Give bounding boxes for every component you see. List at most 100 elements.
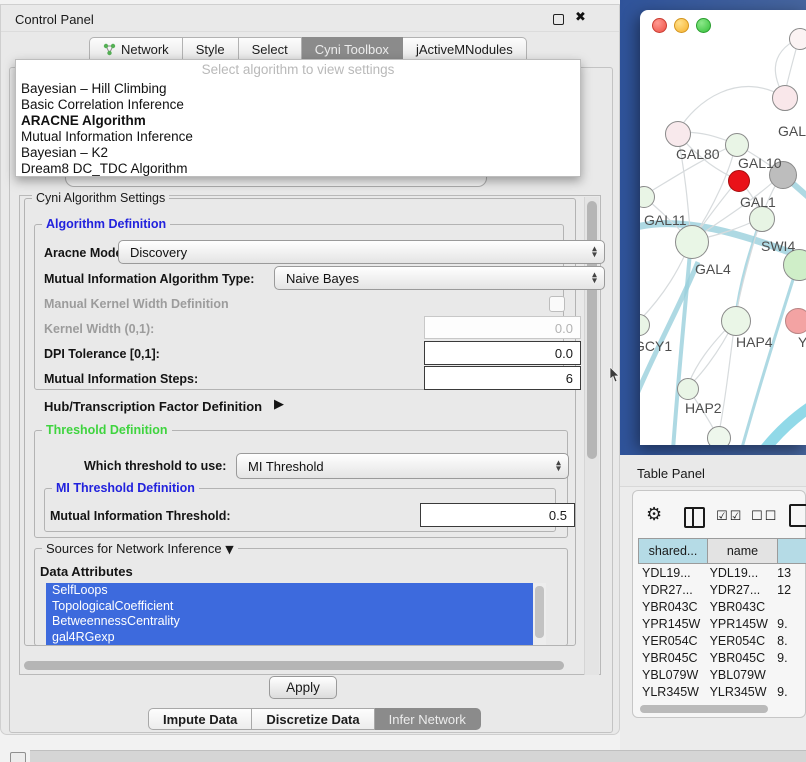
dpi-tolerance-label: DPI Tolerance [0,1]: [44, 347, 160, 361]
table-row[interactable]: YBR045CYBR045C9. [638, 649, 806, 666]
table-header-shared[interactable]: shared... [638, 538, 708, 564]
node-label-swi4: SWI4 [761, 238, 795, 254]
network-node-red[interactable] [728, 170, 750, 192]
kernel-width-input[interactable]: 0.0 [424, 316, 581, 339]
tab-style-label: Style [196, 42, 225, 57]
table-row[interactable]: YPR145WYPR145W9. [638, 615, 806, 632]
bottom-status-strip [30, 750, 806, 762]
attribute-list-scrollbar[interactable] [533, 583, 546, 645]
network-view-window[interactable]: GAL GAL80 GAL10 GAL1 GAL11 GAL4 SWI4 GCY… [640, 10, 806, 445]
tab-impute-data[interactable]: Impute Data [148, 708, 252, 730]
table-header-name[interactable]: name [708, 538, 778, 564]
aracne-mode-value: Discovery [130, 245, 187, 260]
tab-jactivemnodules[interactable]: jActiveMNodules [403, 37, 527, 61]
tab-select[interactable]: Select [239, 37, 302, 61]
attribute-list-scrollbar-thumb[interactable] [535, 586, 544, 638]
dropdown-item[interactable]: Basic Correlation Inference [21, 97, 184, 112]
network-node-gal10[interactable] [725, 133, 749, 157]
bottom-tabs: Impute Data Discretize Data Infer Networ… [148, 708, 481, 730]
aracne-mode-combobox[interactable]: Discovery ▲▼ [118, 240, 605, 264]
attribute-item-selected[interactable]: TopologicalCoefficient [46, 599, 546, 615]
node-label-gal11: GAL11 [644, 212, 687, 228]
mi-algorithm-type-combobox[interactable]: Naive Bayes ▲▼ [274, 266, 605, 290]
attribute-item-selected[interactable]: BetweennessCentrality [46, 614, 546, 630]
dropdown-item[interactable]: Bayesian – Hill Climbing [21, 81, 167, 96]
tab-select-label: Select [252, 42, 288, 57]
horizontal-scrollbar-thumb[interactable] [24, 661, 564, 670]
mi-steps-label: Mutual Information Steps: [44, 372, 198, 386]
network-node[interactable] [772, 85, 798, 111]
tab-discretize-data-label: Discretize Data [266, 712, 359, 727]
table-row[interactable]: YLR345WYLR345W9. [638, 683, 806, 700]
minimized-panel-icon[interactable] [10, 752, 26, 762]
apply-button-label: Apply [286, 680, 320, 695]
mi-algorithm-type-label: Mutual Information Algorithm Type: [44, 272, 254, 286]
control-panel-tabs: Network Style Select Cyni Toolbox jActiv… [89, 37, 527, 61]
algorithm-dropdown-placeholder: Select algorithm to view settings [16, 62, 580, 77]
dropdown-item[interactable]: Bayesian – K2 [21, 145, 108, 160]
aracne-mode-label: Aracne Mode: [44, 246, 127, 260]
network-node-pink[interactable] [785, 308, 806, 334]
data-attributes-list[interactable]: SelfLoops TopologicalCoefficient Between… [46, 583, 546, 645]
algorithm-definition-title: Algorithm Definition [42, 217, 170, 231]
node-label-gal1: GAL1 [740, 194, 776, 210]
columns-icon[interactable] [684, 507, 705, 528]
control-panel-titlebar[interactable]: Control Panel ✖ [1, 5, 619, 32]
table-row[interactable]: YDR27...YDR27...12 [638, 581, 806, 598]
apply-button[interactable]: Apply [269, 676, 337, 699]
node-label-gal80: GAL80 [676, 146, 720, 162]
collapse-arrow-icon[interactable]: ▼ [225, 543, 233, 556]
table-row[interactable]: YIL052CYIL052C9. [638, 700, 806, 703]
close-icon[interactable]: ✖ [575, 10, 586, 25]
which-threshold-combobox[interactable]: MI Threshold ▲▼ [236, 453, 569, 479]
table-row[interactable]: YBL079WYBL079W [638, 666, 806, 683]
gear-icon[interactable]: ⚙ [646, 504, 662, 525]
network-node-gal4[interactable] [675, 225, 709, 259]
combo-arrows-icon: ▲▼ [556, 461, 561, 472]
manual-kernel-width-checkbox[interactable] [549, 296, 565, 312]
dropdown-item[interactable]: Mutual Information Inference [21, 129, 193, 144]
table-panel-title: Table Panel [637, 466, 705, 481]
mi-threshold-definition-title: MI Threshold Definition [52, 481, 199, 495]
table-row[interactable]: YER054CYER054C8. [638, 632, 806, 649]
attribute-item-selected[interactable]: SelfLoops [46, 583, 546, 599]
network-node-hap4[interactable] [721, 306, 751, 336]
combo-arrows-icon: ▲▼ [592, 273, 597, 284]
network-node-hap2[interactable] [677, 378, 699, 400]
deselect-all-checkboxes-icon[interactable]: ☐☐ [751, 509, 778, 524]
combo-arrows-icon: ▲▼ [592, 247, 597, 258]
node-label-gal10: GAL10 [738, 155, 782, 171]
dropdown-item[interactable]: Dream8 DC_TDC Algorithm [21, 161, 188, 176]
horizontal-scrollbar[interactable] [22, 660, 584, 672]
table-row[interactable]: YBR043CYBR043C [638, 598, 806, 615]
expand-arrow-icon[interactable]: ▶ [274, 397, 284, 412]
network-node[interactable] [707, 426, 731, 445]
node-label-hap4: HAP4 [736, 334, 773, 350]
table-header-cut[interactable] [778, 538, 806, 564]
document-icon[interactable] [789, 504, 806, 527]
table-horizontal-scrollbar[interactable] [636, 704, 804, 715]
sources-title[interactable]: Sources for Network Inference ▼ [42, 541, 238, 556]
hub-definition-label[interactable]: Hub/Transcription Factor Definition [44, 399, 262, 414]
network-node[interactable] [789, 28, 806, 50]
mi-steps-input[interactable]: 6 [424, 366, 581, 390]
data-attributes-label: Data Attributes [40, 564, 133, 579]
table-horizontal-scrollbar-thumb[interactable] [640, 705, 768, 713]
control-panel-title: Control Panel [15, 12, 94, 27]
dropdown-item-selected[interactable]: ARACNE Algorithm [21, 113, 146, 128]
tab-cyni-toolbox[interactable]: Cyni Toolbox [302, 37, 403, 61]
cyni-algorithm-settings-title: Cyni Algorithm Settings [32, 191, 169, 205]
table-row[interactable]: YDL19...YDL19...13 [638, 564, 806, 581]
tab-style[interactable]: Style [183, 37, 239, 61]
attribute-item-selected[interactable]: gal4RGexp [46, 630, 546, 646]
network-node-gal80[interactable] [665, 121, 691, 147]
algorithm-dropdown-popup: Select algorithm to view settings Bayesi… [15, 59, 581, 177]
float-window-icon[interactable] [553, 14, 564, 25]
network-icon [103, 43, 116, 56]
tab-network[interactable]: Network [89, 37, 183, 61]
tab-infer-network[interactable]: Infer Network [375, 708, 481, 730]
dpi-tolerance-input[interactable]: 0.0 [424, 341, 581, 365]
mi-threshold-input[interactable]: 0.5 [420, 503, 575, 527]
select-all-checkboxes-icon[interactable]: ☑☑ [716, 509, 743, 524]
tab-discretize-data[interactable]: Discretize Data [252, 708, 374, 730]
